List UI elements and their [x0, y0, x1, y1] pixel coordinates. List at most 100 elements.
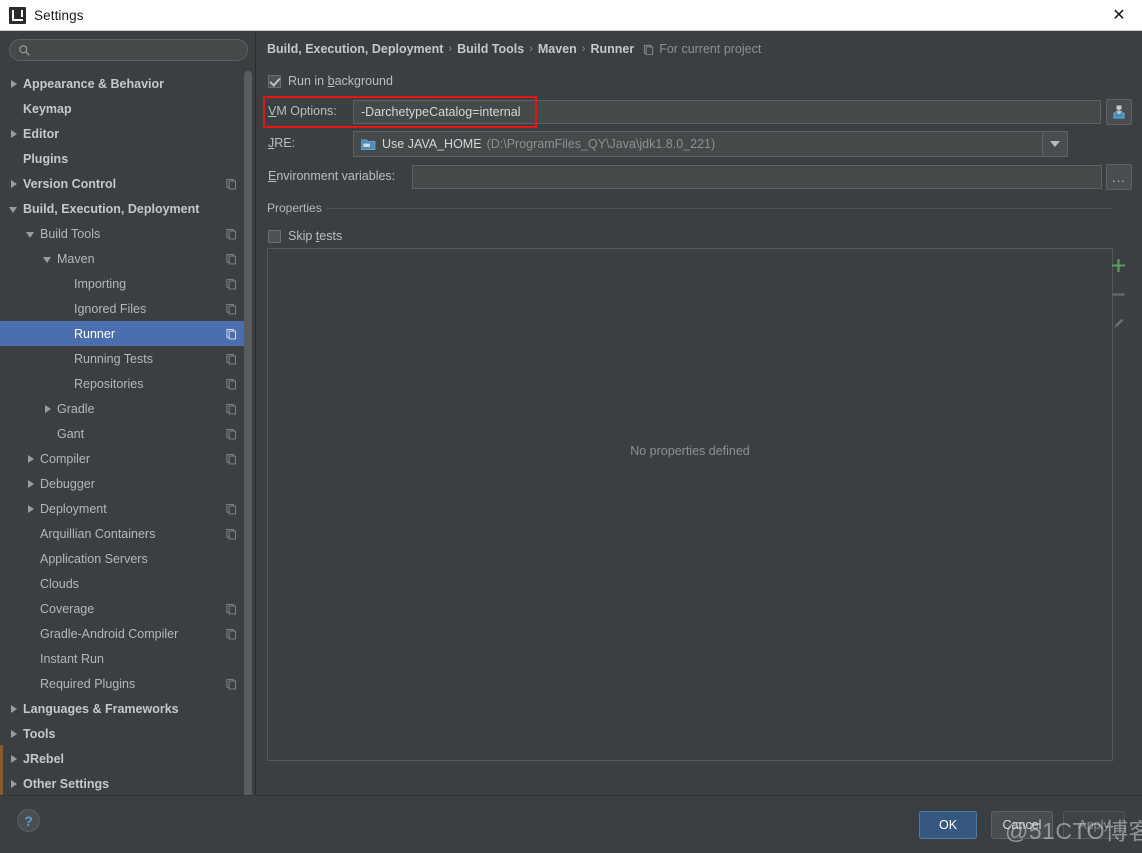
close-icon[interactable]: ✕: [1096, 0, 1142, 30]
sidebar-item-compiler[interactable]: Compiler: [0, 446, 245, 471]
sidebar-item-plugins[interactable]: Plugins: [0, 146, 245, 171]
vm-options-input[interactable]: -DarchetypeCatalog=internal: [353, 100, 1101, 124]
tree-arrow-spacer: [59, 278, 71, 290]
chevron-right-icon[interactable]: [8, 128, 20, 140]
breadcrumb-scope: For current project: [643, 42, 761, 56]
environment-variables-browse-button[interactable]: ...: [1106, 164, 1132, 190]
chevron-right-icon[interactable]: [8, 178, 20, 190]
sidebar-item-runner[interactable]: Runner: [0, 321, 245, 346]
properties-list-panel[interactable]: No properties defined: [267, 248, 1113, 761]
sidebar-item-label: Ignored Files: [74, 301, 147, 316]
remove-property-button[interactable]: [1105, 281, 1131, 307]
environment-variables-browse-label: ...: [1112, 169, 1126, 185]
sidebar-item-build-execution-deployment[interactable]: Build, Execution, Deployment: [0, 196, 245, 221]
skip-tests-label: Skip tests: [288, 229, 343, 243]
jre-combobox[interactable]: Use JAVA_HOME (D:\ProgramFiles_QY\Java\j…: [353, 131, 1048, 157]
sidebar-item-other-settings[interactable]: Other Settings: [0, 771, 245, 791]
breadcrumb-part-3[interactable]: Runner: [590, 42, 634, 56]
search-field-wrapper: [9, 39, 248, 61]
chevron-right-icon[interactable]: [8, 778, 20, 790]
chevron-right-icon[interactable]: [25, 478, 37, 490]
sidebar-item-running-tests[interactable]: Running Tests: [0, 346, 245, 371]
chevron-right-icon[interactable]: [25, 453, 37, 465]
sidebar-item-repositories[interactable]: Repositories: [0, 371, 245, 396]
chevron-right-icon[interactable]: [42, 403, 54, 415]
sidebar-item-tools[interactable]: Tools: [0, 721, 245, 746]
chevron-right-icon[interactable]: [8, 753, 20, 765]
sidebar-item-label: Gant: [57, 426, 85, 441]
breadcrumb-part-0[interactable]: Build, Execution, Deployment: [267, 42, 443, 56]
settings-main-panel: Build, Execution, Deployment › Build Too…: [257, 31, 1142, 795]
sidebar-item-jrebel[interactable]: JRebel: [0, 746, 245, 771]
sidebar-item-debugger[interactable]: Debugger: [0, 471, 245, 496]
search-input[interactable]: [37, 40, 237, 60]
project-scope-icon: [226, 403, 237, 414]
jre-label: JRE:: [268, 136, 296, 150]
pencil-icon: [1113, 318, 1123, 328]
project-scope-icon: [226, 303, 237, 314]
sidebar-item-keymap[interactable]: Keymap: [0, 96, 245, 121]
sidebar-item-label: Arquillian Containers: [40, 526, 156, 541]
sidebar-item-importing[interactable]: Importing: [0, 271, 245, 296]
properties-empty-message: No properties defined: [630, 444, 750, 458]
sidebar-item-label: Version Control: [23, 176, 117, 191]
skip-tests-row[interactable]: Skip tests: [268, 229, 342, 243]
sidebar-item-label: Appearance & Behavior: [23, 76, 165, 91]
vm-options-value: -DarchetypeCatalog=internal: [361, 105, 521, 119]
search-box[interactable]: [9, 39, 248, 61]
project-scope-icon: [226, 353, 237, 364]
sidebar-item-version-control[interactable]: Version Control: [0, 171, 245, 196]
breadcrumb-separator: ›: [581, 43, 586, 55]
jre-dropdown-button[interactable]: [1042, 131, 1068, 157]
sidebar-item-editor[interactable]: Editor: [0, 121, 245, 146]
tree-arrow-spacer: [25, 678, 37, 690]
vm-options-expand-button[interactable]: [1106, 99, 1132, 125]
chevron-down-icon[interactable]: [42, 253, 54, 265]
cancel-button[interactable]: Cancel: [991, 811, 1053, 839]
chevron-right-icon[interactable]: [8, 703, 20, 715]
chevron-right-icon[interactable]: [25, 503, 37, 515]
sidebar-item-ignored-files[interactable]: Ignored Files: [0, 296, 245, 321]
sidebar-item-required-plugins[interactable]: Required Plugins: [0, 671, 245, 696]
sidebar-item-label: Build Tools: [40, 226, 101, 241]
sidebar-item-appearance-behavior[interactable]: Appearance & Behavior: [0, 71, 245, 96]
environment-variables-input[interactable]: [412, 165, 1102, 189]
sidebar-item-deployment[interactable]: Deployment: [0, 496, 245, 521]
ok-button[interactable]: OK: [919, 811, 977, 839]
window-title: Settings: [34, 7, 84, 23]
sidebar-item-label: Instant Run: [40, 651, 104, 666]
add-property-button[interactable]: [1105, 252, 1131, 278]
project-scope-icon: [226, 503, 237, 514]
sidebar-item-languages-frameworks[interactable]: Languages & Frameworks: [0, 696, 245, 721]
sidebar-item-application-servers[interactable]: Application Servers: [0, 546, 245, 571]
help-question-icon[interactable]: ?: [17, 809, 40, 832]
sidebar-item-gant[interactable]: Gant: [0, 421, 245, 446]
sidebar-item-label: Runner: [74, 326, 115, 341]
sidebar-item-coverage[interactable]: Coverage: [0, 596, 245, 621]
breadcrumb-part-1[interactable]: Build Tools: [457, 42, 524, 56]
sidebar-item-instant-run[interactable]: Instant Run: [0, 646, 245, 671]
sidebar-item-clouds[interactable]: Clouds: [0, 571, 245, 596]
sidebar-scrollbar-thumb[interactable]: [244, 71, 252, 811]
tree-arrow-spacer: [59, 378, 71, 390]
sidebar-item-maven[interactable]: Maven: [0, 246, 245, 271]
sidebar-item-build-tools[interactable]: Build Tools: [0, 221, 245, 246]
sidebar-item-arquillian-containers[interactable]: Arquillian Containers: [0, 521, 245, 546]
breadcrumb-separator: ›: [529, 43, 533, 55]
sidebar-item-gradle-android-compiler[interactable]: Gradle-Android Compiler: [0, 621, 245, 646]
breadcrumb-part-2[interactable]: Maven: [538, 42, 577, 56]
sidebar-item-label: Required Plugins: [40, 676, 136, 691]
run-in-background-checkbox[interactable]: [268, 74, 281, 88]
folder-icon: [361, 138, 376, 150]
chevron-down-icon[interactable]: [8, 203, 20, 215]
chevron-right-icon[interactable]: [8, 728, 20, 740]
run-in-background-row[interactable]: Run in background: [268, 74, 393, 88]
skip-tests-checkbox[interactable]: [268, 229, 281, 243]
apply-button[interactable]: Apply: [1063, 811, 1125, 839]
sidebar-item-gradle[interactable]: Gradle: [0, 396, 245, 421]
sidebar-item-label: Debugger: [40, 476, 95, 491]
chevron-down-icon[interactable]: [25, 228, 37, 240]
sidebar-item-label: Gradle-Android Compiler: [40, 626, 179, 641]
chevron-right-icon[interactable]: [8, 78, 20, 90]
edit-property-button[interactable]: [1105, 310, 1131, 336]
